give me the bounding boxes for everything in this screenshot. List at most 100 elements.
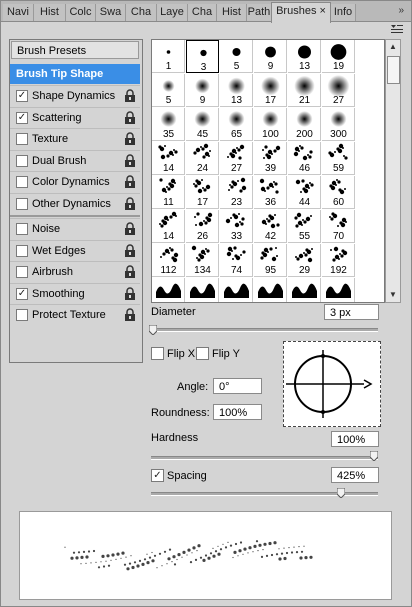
brush-tip-cell[interactable]: 74: [220, 244, 253, 277]
brush-tip-cell[interactable]: 5: [152, 74, 185, 107]
option-checkbox[interactable]: ✓: [16, 90, 28, 102]
lock-icon[interactable]: [124, 308, 136, 322]
option-row[interactable]: Wet Edges: [10, 239, 140, 261]
tab-layers[interactable]: Laye: [157, 4, 188, 21]
lock-icon[interactable]: [124, 196, 136, 211]
brush-tip-cell[interactable]: 1: [152, 40, 185, 73]
flip-x-checkbox[interactable]: [151, 347, 164, 360]
brush-tip-cell[interactable]: 21: [288, 74, 321, 107]
brush-tip-cell[interactable]: 13: [288, 40, 321, 73]
brush-tip-cell[interactable]: 13: [220, 74, 253, 107]
option-checkbox[interactable]: [16, 176, 28, 188]
tab-swatches[interactable]: Swa: [96, 4, 126, 21]
option-row[interactable]: Noise: [10, 218, 140, 239]
brush-tip-cell[interactable]: 112: [152, 244, 185, 277]
roundness-field[interactable]: 100%: [213, 404, 262, 420]
brush-tip-cell[interactable]: [288, 278, 321, 302]
brush-tip-cell[interactable]: [220, 278, 253, 302]
brush-tip-cell[interactable]: 70: [322, 210, 355, 243]
brush-tip-cell[interactable]: 134: [186, 244, 219, 277]
brush-tip-cell[interactable]: 39: [254, 142, 287, 175]
spacing-slider-knob[interactable]: [336, 487, 346, 499]
diameter-slider-track[interactable]: [151, 328, 378, 332]
brush-tip-cell[interactable]: [152, 278, 185, 302]
brush-tip-cell[interactable]: 65: [220, 108, 253, 141]
brush-tip-cell[interactable]: [186, 278, 219, 302]
brush-tip-cell[interactable]: 14: [152, 142, 185, 175]
spacing-checkbox[interactable]: ✓: [151, 469, 164, 482]
panel-menu-icon[interactable]: [391, 25, 403, 34]
brush-tip-cell[interactable]: 29: [288, 244, 321, 277]
diameter-slider-knob[interactable]: [148, 324, 158, 336]
tab-history[interactable]: Hist: [34, 4, 66, 21]
tab-brushes[interactable]: Brushes ×: [271, 2, 331, 23]
flip-y-checkbox[interactable]: [196, 347, 209, 360]
angle-field[interactable]: 0°: [213, 378, 262, 394]
brush-presets-button[interactable]: Brush Presets: [11, 41, 139, 59]
brush-tip-cell[interactable]: 19: [322, 40, 355, 73]
brush-tip-cell[interactable]: 14: [152, 210, 185, 243]
option-row[interactable]: ✓ Scattering: [10, 106, 140, 128]
option-checkbox[interactable]: ✓: [16, 287, 28, 300]
brush-tip-cell[interactable]: 27: [322, 74, 355, 107]
brush-tip-cell[interactable]: 36: [254, 176, 287, 209]
brush-tip-cell[interactable]: 95: [254, 244, 287, 277]
option-checkbox[interactable]: [16, 244, 28, 257]
brush-tip-cell[interactable]: 17: [254, 74, 287, 107]
brush-grid-scrollbar[interactable]: ▲ ▼: [385, 39, 401, 303]
hardness-slider-track[interactable]: [151, 456, 378, 460]
option-checkbox[interactable]: [16, 309, 28, 321]
brush-tip-cell[interactable]: 46: [288, 142, 321, 175]
brush-tip-cell[interactable]: 5: [220, 40, 253, 73]
brush-tip-cell[interactable]: 42: [254, 210, 287, 243]
lock-icon[interactable]: [124, 153, 136, 168]
brush-tip-cell[interactable]: 44: [288, 176, 321, 209]
lock-icon[interactable]: [124, 175, 136, 189]
lock-icon[interactable]: [124, 110, 136, 125]
close-icon[interactable]: ×: [319, 5, 325, 17]
brush-tip-cell[interactable]: 24: [186, 142, 219, 175]
diameter-field[interactable]: 3 px: [324, 304, 379, 320]
brush-tip-cell[interactable]: 35: [152, 108, 185, 141]
brush-tip-cell[interactable]: 300: [322, 108, 355, 141]
scroll-thumb[interactable]: [387, 56, 400, 84]
lock-icon[interactable]: [124, 265, 136, 279]
brush-tip-cell[interactable]: 192: [322, 244, 355, 277]
brush-tip-cell[interactable]: [322, 278, 355, 302]
brush-tip-cell[interactable]: 27: [220, 142, 253, 175]
brush-tip-cell[interactable]: 60: [322, 176, 355, 209]
brush-tip-cell[interactable]: [254, 278, 287, 302]
option-row[interactable]: Texture: [10, 128, 140, 149]
lock-icon[interactable]: [124, 222, 136, 236]
option-checkbox[interactable]: [16, 223, 28, 235]
option-row[interactable]: Dual Brush: [10, 149, 140, 171]
hardness-slider-knob[interactable]: [369, 450, 379, 462]
scroll-up-icon[interactable]: ▲: [386, 40, 400, 54]
option-row[interactable]: Other Dynamics: [10, 192, 140, 214]
brush-tip-cell[interactable]: 200: [288, 108, 321, 141]
angle-roundness-widget[interactable]: [283, 341, 381, 427]
tab-character[interactable]: Cha: [126, 4, 157, 21]
tab-info[interactable]: Info: [331, 4, 356, 21]
option-row[interactable]: ✓ Smoothing: [10, 282, 140, 304]
brush-tip-cell[interactable]: 33: [220, 210, 253, 243]
option-row[interactable]: Color Dynamics: [10, 171, 140, 192]
brush-tip-cell[interactable]: 23: [220, 176, 253, 209]
brush-tip-cell[interactable]: 9: [186, 74, 219, 107]
brush-tip-cell[interactable]: 100: [254, 108, 287, 141]
option-row[interactable]: Airbrush: [10, 261, 140, 282]
option-checkbox[interactable]: [16, 197, 28, 210]
option-checkbox[interactable]: [16, 133, 28, 145]
option-checkbox[interactable]: [16, 154, 28, 167]
spacing-field[interactable]: 425%: [331, 467, 379, 483]
lock-icon[interactable]: [124, 89, 136, 103]
brush-tip-cell[interactable]: 3: [186, 40, 219, 73]
panel-grip-icon[interactable]: »: [398, 5, 405, 16]
lock-icon[interactable]: [124, 286, 136, 301]
tab-color[interactable]: Colc: [66, 4, 96, 21]
hardness-field[interactable]: 100%: [331, 431, 379, 447]
scroll-down-icon[interactable]: ▼: [386, 288, 400, 302]
option-row[interactable]: ✓ Shape Dynamics: [10, 85, 140, 106]
brush-tip-cell[interactable]: 11: [152, 176, 185, 209]
option-row[interactable]: Brush Tip Shape: [10, 64, 140, 84]
